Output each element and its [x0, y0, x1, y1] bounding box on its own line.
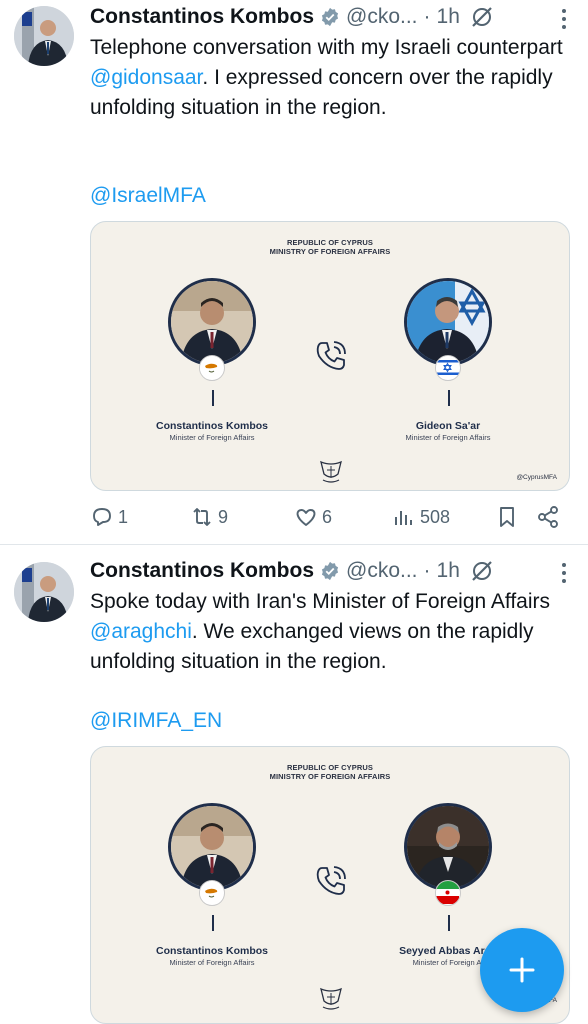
repost-button[interactable]: 9: [190, 502, 228, 532]
card-header-line: MINISTRY OF FOREIGN AFFAIRS: [269, 247, 391, 256]
media-card[interactable]: REPUBLIC OF CYPRUS MINISTRY OF FOREIGN A…: [90, 221, 570, 491]
divider-line: [448, 915, 450, 931]
compose-button[interactable]: [480, 928, 564, 1012]
author-name[interactable]: Constantinos Kombos: [90, 559, 314, 583]
right-person-name: Gideon Sa'ar: [415, 420, 481, 432]
tweet-text: Spoke today with Iran's Minister of Fore…: [90, 587, 570, 677]
card-header: REPUBLIC OF CYPRUS MINISTRY OF FOREIGN A…: [91, 763, 569, 781]
heart-icon: [296, 509, 316, 526]
plus-icon: [509, 957, 535, 983]
share-icon: [538, 506, 558, 528]
author-handle[interactable]: @cko...: [346, 5, 418, 29]
reply-count: 1: [118, 506, 129, 527]
reply-button[interactable]: 1: [90, 502, 128, 532]
iran-flag-icon: [435, 880, 461, 906]
bookmark-button[interactable]: [495, 502, 519, 532]
grok-icon[interactable]: [470, 5, 494, 29]
separator-dot: ·: [423, 5, 431, 28]
views-chart-icon: [395, 511, 412, 525]
timestamp[interactable]: 1h: [437, 5, 460, 29]
portrait-right: [404, 803, 492, 891]
like-count: 6: [322, 506, 333, 527]
card-header-line: REPUBLIC OF CYPRUS: [287, 763, 373, 772]
card-header-line: REPUBLIC OF CYPRUS: [287, 238, 373, 247]
left-person-role: Minister of Foreign Affairs: [169, 433, 255, 442]
author-handle[interactable]: @cko...: [346, 559, 418, 583]
mention-link[interactable]: @araghchi: [90, 620, 192, 643]
portrait-right: [404, 278, 492, 366]
left-person-name: Constantinos Kombos: [156, 420, 268, 432]
author-name[interactable]: Constantinos Kombos: [90, 5, 314, 29]
card-watermark: @CyprusMFA: [516, 474, 557, 481]
mention-link[interactable]: @gidonsaar: [90, 66, 202, 89]
cyprus-flag-icon: [199, 355, 225, 381]
cyprus-flag-icon: [199, 880, 225, 906]
repost-count: 9: [218, 506, 229, 527]
tweet-text: Telephone conversation with my Israeli c…: [90, 33, 570, 123]
view-count: 508: [420, 506, 451, 527]
repost-icon: [193, 508, 211, 526]
avatar[interactable]: [14, 562, 74, 622]
phone-call-icon: [313, 863, 349, 899]
tweet[interactable]: Constantinos Kombos @cko... · 1h Telepho…: [0, 0, 588, 545]
like-button[interactable]: 6: [294, 502, 332, 532]
bookmark-icon: [500, 507, 514, 527]
portrait-left: [168, 278, 256, 366]
avatar[interactable]: [14, 6, 74, 66]
tag-link[interactable]: @IRIMFA_EN: [90, 709, 222, 733]
grok-icon[interactable]: [470, 559, 494, 583]
separator-dot: ·: [423, 559, 431, 582]
views-button[interactable]: 508: [392, 502, 450, 532]
left-person-role: Minister of Foreign Affairs: [169, 958, 255, 967]
right-person-role: Minister of Foreign Affairs: [405, 433, 491, 442]
tweet-text-part: Spoke today with Iran's Minister of Fore…: [90, 590, 551, 613]
divider-line: [448, 390, 450, 406]
divider-line: [212, 390, 214, 406]
verified-badge-icon: [320, 7, 340, 27]
verified-badge-icon: [320, 561, 340, 581]
tweet-header: Constantinos Kombos @cko... · 1h: [90, 558, 494, 584]
cyprus-emblem-icon: [317, 458, 345, 486]
action-bar: 1 9 6 508: [90, 502, 568, 532]
card-header: REPUBLIC OF CYPRUS MINISTRY OF FOREIGN A…: [91, 238, 569, 256]
portrait-left: [168, 803, 256, 891]
card-header-line: MINISTRY OF FOREIGN AFFAIRS: [269, 772, 391, 781]
timestamp[interactable]: 1h: [437, 559, 460, 583]
reply-icon: [93, 508, 111, 526]
tweet-text-part: Telephone conversation with my Israeli c…: [90, 36, 563, 59]
more-vertical-icon[interactable]: [560, 8, 568, 30]
share-button[interactable]: [536, 502, 560, 532]
left-person-name: Constantinos Kombos: [156, 945, 268, 957]
tweet-header: Constantinos Kombos @cko... · 1h: [90, 4, 494, 30]
tag-link[interactable]: @IsraelMFA: [90, 184, 206, 208]
divider-line: [212, 915, 214, 931]
cyprus-emblem-icon: [317, 985, 345, 1013]
more-vertical-icon[interactable]: [560, 562, 568, 584]
israel-flag-icon: [435, 355, 461, 381]
phone-call-icon: [313, 338, 349, 374]
